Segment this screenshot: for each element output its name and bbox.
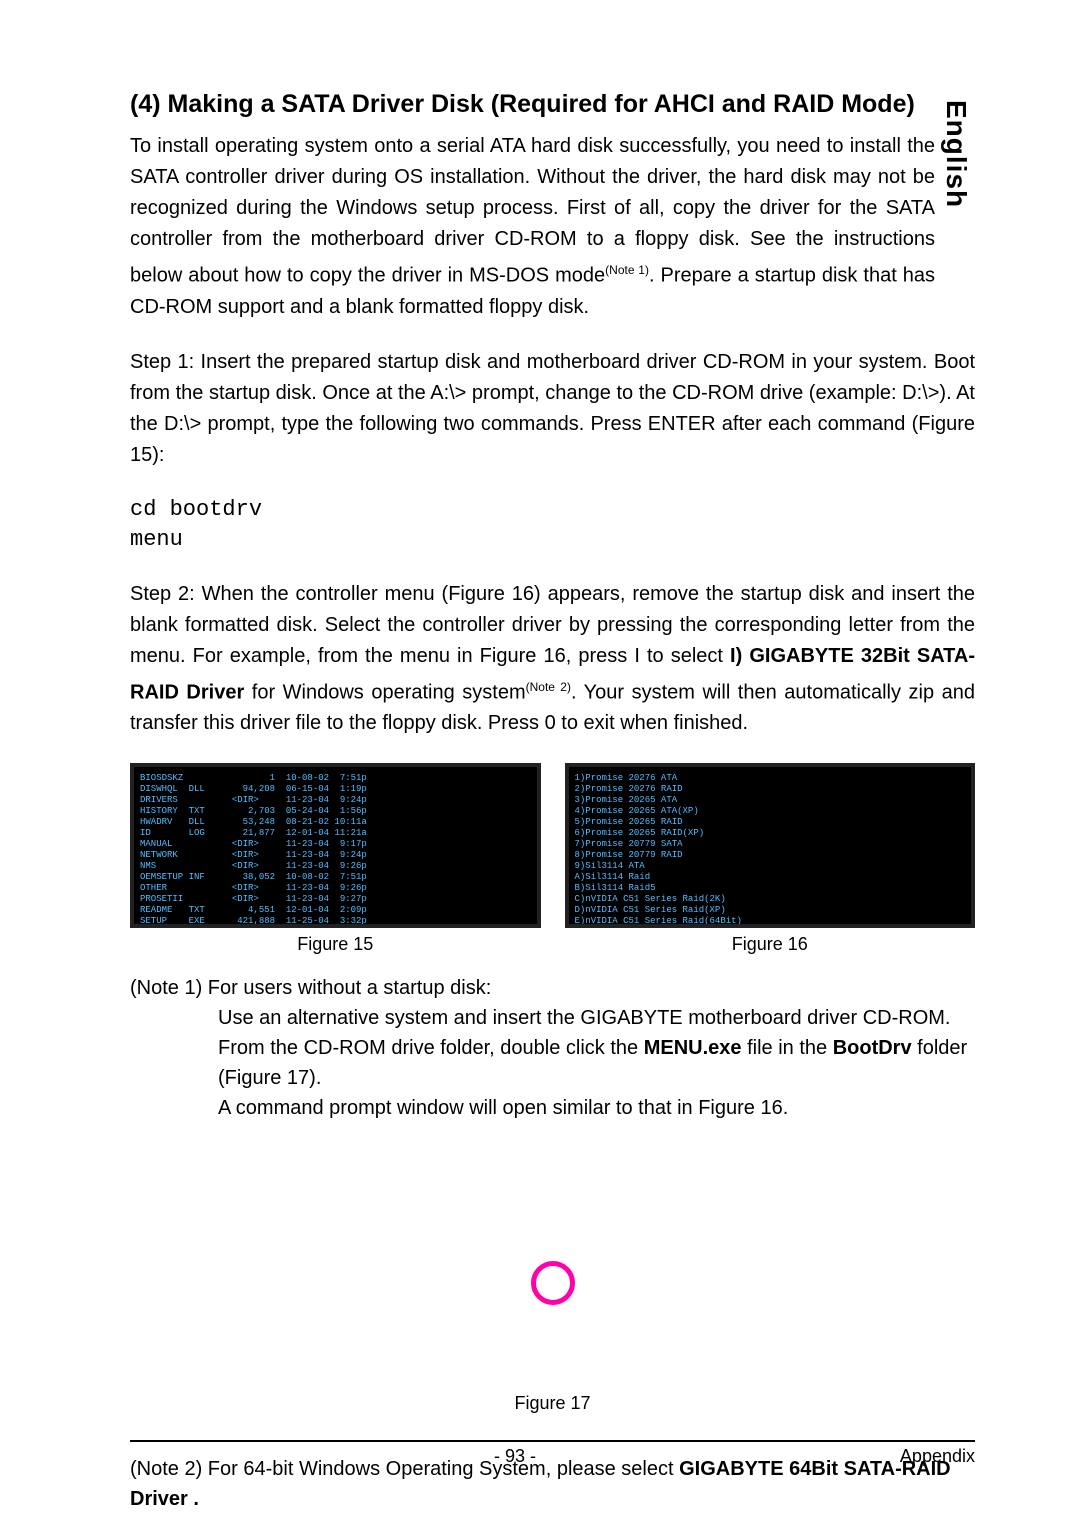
figure-17-caption: Figure 17 [130, 1393, 975, 1414]
page-number: - 93 - [494, 1446, 536, 1467]
highlight-circle-icon [531, 1261, 575, 1305]
page-footer: - 93 - Appendix [130, 1440, 975, 1467]
step2-paragraph: Step 2: When the controller menu (Figure… [130, 579, 975, 740]
note1-label: (Note 1) For users without a startup dis… [130, 973, 975, 1003]
figure-15-wrap: BIOSDSKZ 1 10-08-02 7:51p DISWHQL DLL 94… [130, 763, 541, 955]
side-language-tab: English [940, 100, 972, 208]
intro-paragraph: To install operating system onto a seria… [130, 131, 975, 323]
note1-bold1: MENU.exe [644, 1037, 742, 1059]
figure-15-console: BIOSDSKZ 1 10-08-02 7:51p DISWHQL DLL 94… [130, 763, 541, 928]
note2-sup: (Note 2) [526, 680, 571, 694]
note1-line2: A command prompt window will open simila… [218, 1093, 975, 1123]
command-block: cd bootdrv menu [130, 495, 975, 555]
figure-16-caption: Figure 16 [565, 934, 976, 955]
figure-16-wrap: 1)Promise 20276 ATA 2)Promise 20276 RAID… [565, 763, 976, 955]
step1-paragraph: Step 1: Insert the prepared startup disk… [130, 347, 975, 471]
section-heading: (4) Making a SATA Driver Disk (Required … [130, 90, 975, 119]
note-1: (Note 1) For users without a startup dis… [130, 973, 975, 1123]
note1-sup: (Note 1) [605, 263, 649, 277]
figure-15-caption: Figure 15 [130, 934, 541, 955]
figure-16-console: 1)Promise 20276 ATA 2)Promise 20276 RAID… [565, 763, 976, 928]
note1-line1-b: file in the [742, 1037, 833, 1059]
figure-17 [353, 1183, 753, 1383]
note1-bold2: BootDrv [833, 1037, 912, 1059]
para3-b: for Windows operating system [244, 681, 525, 703]
appendix-label: Appendix [900, 1446, 975, 1467]
